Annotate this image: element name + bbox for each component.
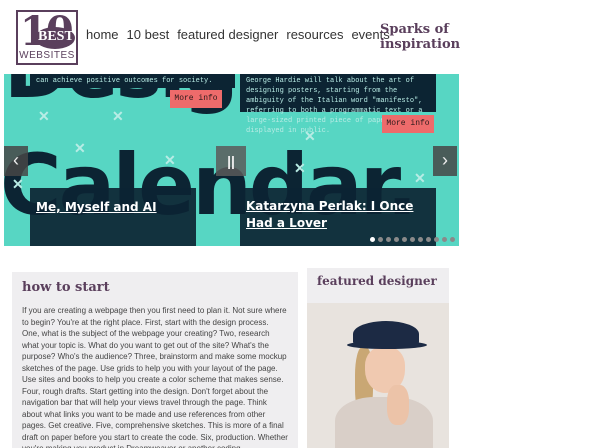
featured-designer-photo[interactable] (307, 303, 449, 448)
carousel-next-button[interactable]: › (433, 146, 457, 176)
nav-item-home[interactable]: home (86, 27, 119, 42)
photo-hand-shape (387, 385, 409, 425)
site-logo[interactable]: 10 BEST WEBSITES (16, 8, 78, 65)
carousel-dot[interactable] (402, 237, 407, 242)
carousel-dot[interactable] (378, 237, 383, 242)
logo-caption: WEBSITES (19, 50, 75, 61)
carousel-dot[interactable] (370, 237, 375, 242)
logo-badge-text: BEST (38, 29, 74, 44)
decor-x-icon: ✕ (38, 108, 50, 124)
decor-x-icon: ✕ (112, 108, 124, 124)
decor-x-icon: ✕ (12, 176, 24, 192)
carousel-dot[interactable] (418, 237, 423, 242)
carousel-pagination (370, 237, 455, 242)
decor-x-icon: ✕ (164, 152, 176, 168)
nav-item-10-best[interactable]: 10 best (127, 27, 170, 42)
carousel-dot[interactable] (410, 237, 415, 242)
featured-designer-section: featured designer (307, 268, 449, 448)
photo-body-shape (335, 397, 433, 448)
event-carousel[interactable]: Design Calendar. ✕ ✕ ✕ ✕ ✕ ✕ ✕ ✕ can ach… (4, 74, 459, 246)
carousel-dot[interactable] (386, 237, 391, 242)
chevron-right-icon: › (442, 150, 448, 170)
site-tagline: Sparks of inspiration (380, 22, 461, 52)
site-header: 10 BEST WEBSITES home 10 best featured d… (0, 0, 600, 72)
more-info-button[interactable]: More info (382, 115, 434, 133)
carousel-dot[interactable] (426, 237, 431, 242)
carousel-pause-button[interactable]: || (216, 146, 246, 176)
carousel-dot[interactable] (450, 237, 455, 242)
slide-excerpt: George Hardie will talk about the art of… (240, 74, 436, 135)
section-body: If you are creating a webpage then you f… (22, 306, 288, 448)
chevron-left-icon: ‹ (13, 150, 19, 170)
carousel-dot[interactable] (394, 237, 399, 242)
more-info-button[interactable]: More info (170, 90, 222, 108)
decor-x-icon: ✕ (74, 140, 86, 156)
carousel-dot[interactable] (434, 237, 439, 242)
slide-card-title[interactable]: Me, Myself and AI (30, 188, 196, 246)
main-nav: home 10 best featured designer resources… (86, 27, 390, 42)
nav-item-resources[interactable]: resources (286, 27, 343, 42)
how-to-start-section: how to start If you are creating a webpa… (12, 272, 298, 448)
decor-x-icon: ✕ (294, 160, 306, 176)
carousel-dot[interactable] (442, 237, 447, 242)
slide-excerpt: can achieve positive outcomes for societ… (30, 74, 235, 88)
carousel-prev-button[interactable]: ‹ (4, 146, 28, 176)
decor-x-icon: ✕ (414, 170, 426, 186)
pause-icon: || (227, 153, 235, 169)
section-title: featured designer (317, 274, 437, 288)
section-title: how to start (22, 280, 110, 295)
nav-item-featured-designer[interactable]: featured designer (177, 27, 278, 42)
photo-hat-brim-shape (347, 341, 427, 349)
